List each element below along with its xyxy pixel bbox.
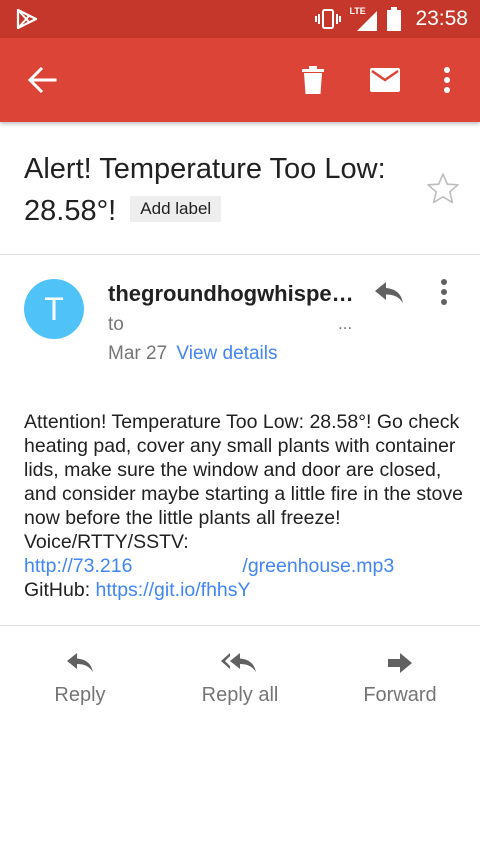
toolbar xyxy=(0,38,480,122)
view-details-link[interactable]: View details xyxy=(176,343,277,364)
github-link[interactable]: https://git.io/fhhsY xyxy=(96,579,251,601)
message-date: Mar 27 xyxy=(108,343,168,364)
audio-link-start: http://73.216 xyxy=(24,555,133,577)
clock: 23:58 xyxy=(415,7,468,30)
play-store-icon xyxy=(16,9,38,29)
github-label: GitHub: xyxy=(24,579,91,601)
recipient-more: ... xyxy=(338,314,353,333)
recipient-label: to xyxy=(108,314,124,335)
divider xyxy=(0,625,480,626)
reply-all-label: Reply all xyxy=(201,684,279,706)
reply-icon[interactable] xyxy=(372,278,406,308)
reply-all-icon xyxy=(221,653,256,672)
forward-icon xyxy=(388,653,412,673)
divider xyxy=(0,254,480,255)
reply-all-button[interactable]: Reply all xyxy=(160,646,320,707)
battery-icon xyxy=(387,7,402,31)
add-label-button[interactable]: Add label xyxy=(130,196,222,223)
reply-icon xyxy=(67,653,93,672)
message-more-icon[interactable] xyxy=(432,276,456,308)
more-options-button[interactable] xyxy=(430,38,464,122)
forward-button[interactable]: Forward xyxy=(320,646,480,707)
more-vert-icon xyxy=(444,67,450,93)
mail-icon xyxy=(370,68,400,92)
arrow-back-icon xyxy=(27,67,57,93)
status-bar: LTE 23:58 xyxy=(0,0,480,38)
trash-icon xyxy=(302,66,324,94)
message-date-row: Mar 27 View details xyxy=(108,343,277,365)
audio-link-end: /greenhouse.mp3 xyxy=(242,555,395,577)
back-button[interactable] xyxy=(18,38,66,122)
star-icon[interactable] xyxy=(426,172,460,206)
mark-unread-button[interactable] xyxy=(362,38,408,122)
sender-name: thegroundhogwhisperer xyxy=(108,281,354,306)
email-subject: Alert! Temperature Too Low: 28.58°! Add … xyxy=(24,148,404,232)
reply-button[interactable]: Reply xyxy=(0,646,160,707)
audio-link[interactable]: http://73.216/greenhouse.mp3 xyxy=(24,555,394,577)
delete-button[interactable] xyxy=(290,38,336,122)
body-text: Attention! Temperature Too Low: 28.58°! … xyxy=(24,411,463,553)
message-body: Attention! Temperature Too Low: 28.58°! … xyxy=(24,410,464,602)
signal-icon: LTE xyxy=(349,5,379,33)
vibrate-icon xyxy=(315,9,342,29)
avatar[interactable]: T xyxy=(24,279,84,339)
reply-label: Reply xyxy=(54,684,106,706)
forward-label: Forward xyxy=(363,684,437,706)
